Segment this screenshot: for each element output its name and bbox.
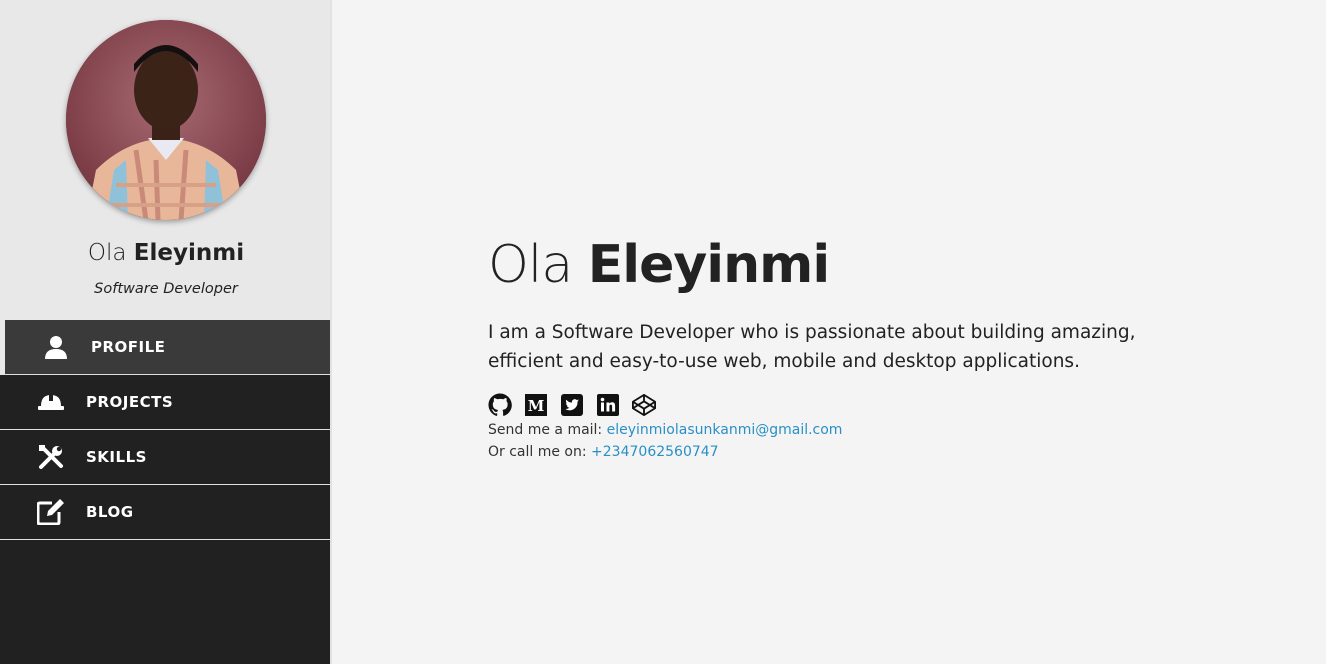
- email-link[interactable]: eleyinmiolasunkanmi@gmail.com: [607, 422, 843, 438]
- tools-icon: [37, 443, 65, 471]
- nav-label-skills: SKILLS: [86, 448, 147, 466]
- social-links: M: [488, 393, 1208, 417]
- mail-line: Send me a mail: eleyinmiolasunkanmi@gmai…: [488, 422, 843, 438]
- sidebar-header: Ola Eleyinmi Software Developer: [0, 0, 330, 320]
- sidebar: Ola Eleyinmi Software Developer PROFILE …: [0, 0, 332, 664]
- nav-label-projects: PROJECTS: [86, 393, 174, 411]
- nav-label-profile: PROFILE: [91, 338, 166, 356]
- nav-item-projects[interactable]: PROJECTS: [0, 375, 330, 430]
- sidebar-nav: PROFILE PROJECTS SKILLS BLOG: [0, 320, 330, 540]
- twitter-icon[interactable]: [560, 393, 584, 417]
- hard-hat-icon: [37, 388, 65, 416]
- linkedin-icon[interactable]: [596, 393, 620, 417]
- phone-line: Or call me on: +2347062560747: [488, 444, 719, 460]
- nav-item-profile[interactable]: PROFILE: [0, 320, 330, 375]
- nav-item-blog[interactable]: BLOG: [0, 485, 330, 540]
- medium-icon[interactable]: M: [524, 393, 548, 417]
- bio-text: I am a Software Developer who is passion…: [488, 322, 1136, 372]
- user-icon: [42, 333, 70, 361]
- page-title: Ola Eleyinmi: [488, 235, 830, 295]
- nav-label-blog: BLOG: [86, 503, 134, 521]
- nav-item-skills[interactable]: SKILLS: [0, 430, 330, 485]
- phone-link[interactable]: +2347062560747: [591, 444, 719, 460]
- sidebar-role: Software Developer: [94, 281, 238, 297]
- edit-icon: [37, 498, 65, 526]
- profile-section: Ola Eleyinmi I am a Software Developer w…: [488, 232, 1208, 463]
- avatar: [66, 20, 266, 220]
- github-icon[interactable]: [488, 393, 512, 417]
- codepen-icon[interactable]: [632, 393, 656, 417]
- sidebar-name: Ola Eleyinmi: [87, 240, 245, 266]
- svg-text:M: M: [528, 397, 545, 415]
